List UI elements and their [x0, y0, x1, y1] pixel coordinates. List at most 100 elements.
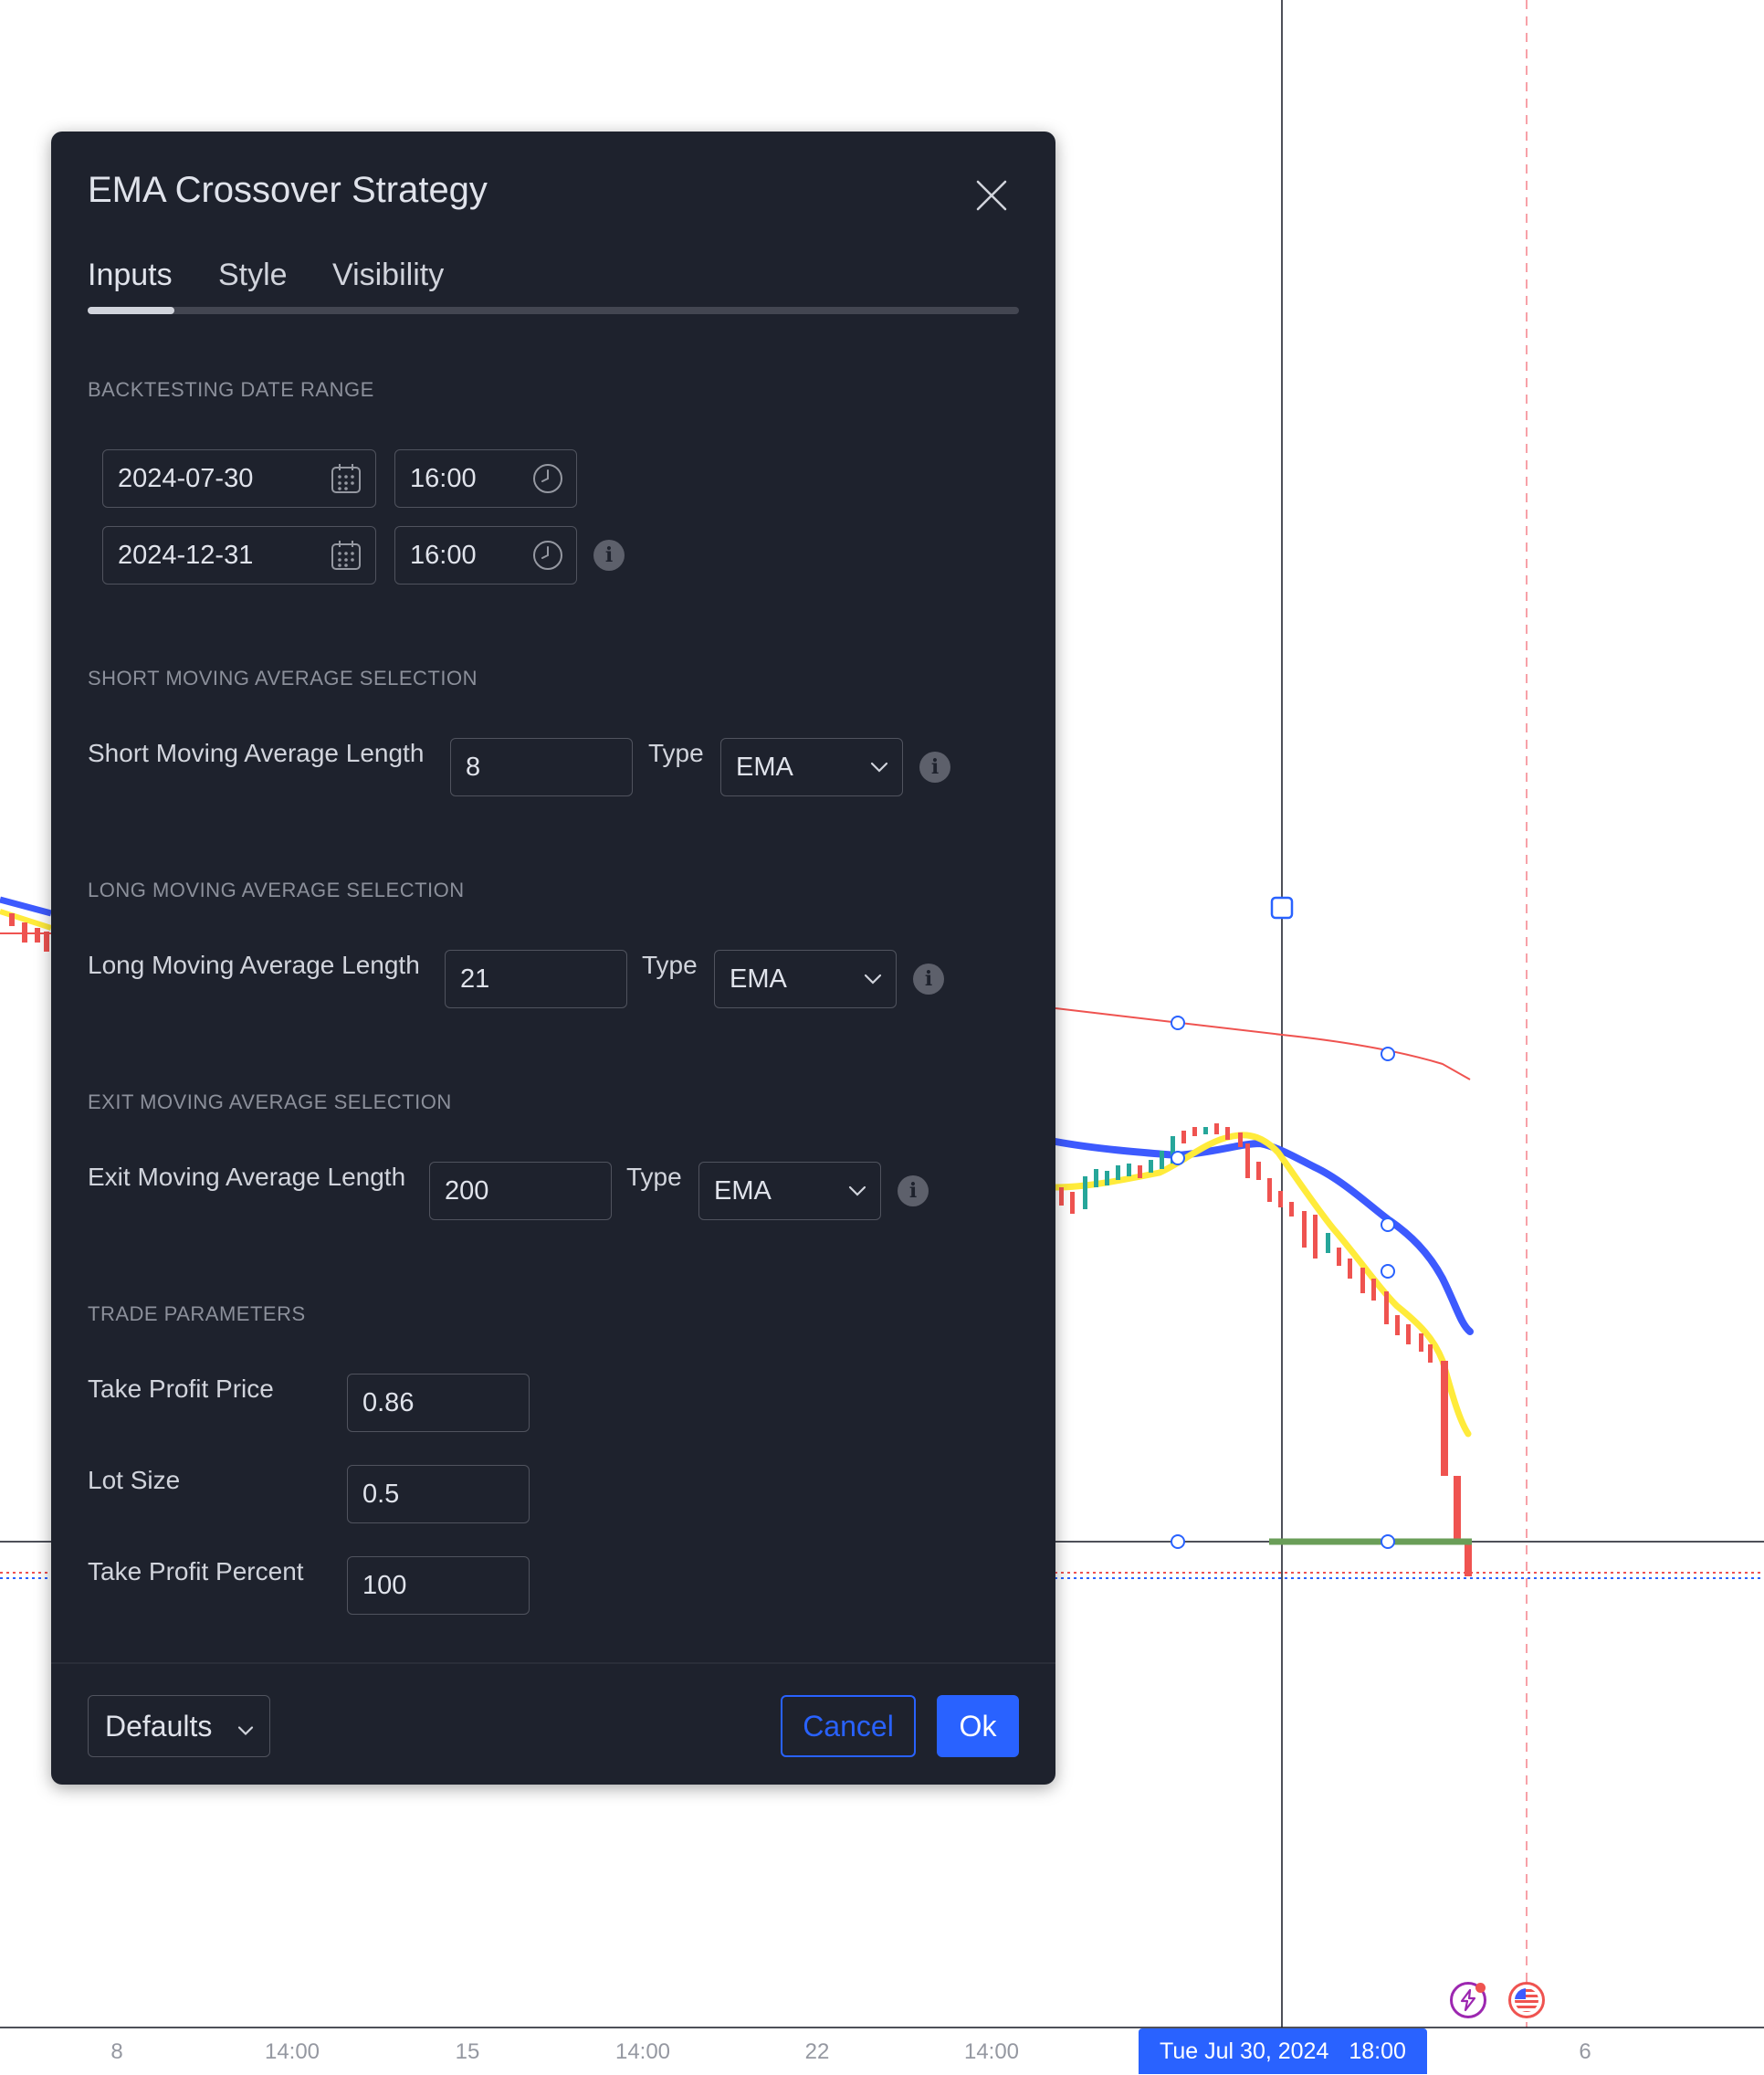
calendar-icon[interactable]: [330, 539, 362, 572]
candle: [1245, 1143, 1250, 1178]
tab-inputs[interactable]: Inputs: [88, 258, 173, 293]
info-icon[interactable]: i: [898, 1175, 929, 1206]
candle: [1160, 1151, 1164, 1169]
candle: [1225, 1127, 1230, 1140]
exit-ma-length-input[interactable]: 200: [429, 1162, 612, 1220]
short-ma-type-value: EMA: [736, 752, 793, 782]
candle: [1116, 1165, 1120, 1180]
candle: [1214, 1123, 1219, 1134]
close-button[interactable]: [970, 174, 1013, 217]
lot-size-input[interactable]: 0.5: [347, 1465, 530, 1523]
tab-visibility[interactable]: Visibility: [332, 258, 444, 293]
tab-active-indicator: [88, 307, 174, 314]
calendar-icon[interactable]: [330, 462, 362, 495]
drawing-handles: [1171, 896, 1395, 1549]
candle: [1337, 1248, 1341, 1266]
info-icon[interactable]: i: [593, 540, 625, 571]
take-profit-percent-value: 100: [362, 1570, 407, 1600]
long-ma-length-value: 21: [460, 964, 490, 994]
lot-size-value: 0.5: [362, 1479, 400, 1509]
time-axis-label: 8: [110, 2039, 123, 2064]
short-ma-length-label: Short Moving Average Length: [88, 739, 425, 767]
clock-icon[interactable]: [532, 540, 563, 571]
start-date-input[interactable]: 2024-07-30: [102, 449, 376, 508]
time-axis-label: 14:00: [264, 2039, 320, 2064]
cancel-button[interactable]: Cancel: [781, 1695, 916, 1757]
end-time-input[interactable]: 16:00: [394, 526, 577, 585]
candle: [1094, 1169, 1098, 1187]
exit-ma-type-select[interactable]: EMA: [698, 1162, 881, 1220]
candle: [1059, 1187, 1064, 1206]
candle: [1138, 1165, 1142, 1178]
take-profit-price-value: 0.86: [362, 1387, 415, 1417]
candles-right: [1059, 1123, 1472, 1576]
candle: [1406, 1324, 1411, 1344]
start-time-input[interactable]: 16:00: [394, 449, 577, 508]
long-ma-length-input[interactable]: 21: [445, 950, 627, 1008]
end-time-value: 16:00: [410, 540, 477, 570]
dialog-title: EMA Crossover Strategy: [88, 170, 488, 210]
candle: [1348, 1259, 1352, 1279]
exit-ma-length-label: Exit Moving Average Length: [88, 1163, 406, 1191]
chevron-down-icon: [864, 974, 882, 985]
crosshair-time-label: Tue Jul 30, 2024 18:00: [1139, 2028, 1427, 2074]
candle: [1419, 1333, 1423, 1352]
take-profit-price-input[interactable]: 0.86: [347, 1374, 530, 1432]
long-ma-type-select[interactable]: EMA: [714, 950, 897, 1008]
chevron-down-icon: [870, 762, 888, 773]
lightning-icon[interactable]: [1450, 1982, 1486, 2018]
long-ma-type-label: Type: [642, 951, 698, 979]
strategy-settings-dialog: EMA Crossover Strategy Inputs Style Visi…: [51, 132, 1055, 1785]
candle: [1441, 1361, 1448, 1476]
take-profit-percent-input[interactable]: 100: [347, 1556, 530, 1615]
tab-style[interactable]: Style: [218, 258, 288, 293]
chevron-down-icon: [237, 1726, 254, 1736]
candle: [1267, 1178, 1272, 1202]
anchor-handle: [1381, 1047, 1395, 1061]
anchor-handle: [1381, 1217, 1395, 1232]
time-axis-label: 14:00: [614, 2039, 671, 2064]
us-flag-icon[interactable]: [1508, 1982, 1545, 2018]
candle: [1371, 1279, 1376, 1301]
info-icon[interactable]: i: [913, 964, 944, 995]
crosshair-date: Tue Jul 30, 2024: [1160, 2038, 1329, 2064]
end-date-input[interactable]: 2024-12-31: [102, 526, 376, 585]
take-profit-percent-label: Take Profit Percent: [88, 1557, 304, 1585]
candle: [1395, 1315, 1400, 1335]
candle: [1302, 1211, 1307, 1248]
tab-track: [88, 307, 1019, 314]
candle: [1454, 1476, 1461, 1542]
exit-ma-type-label: Type: [626, 1163, 682, 1191]
long-ma-type-value: EMA: [730, 964, 787, 994]
candle: [1313, 1215, 1318, 1259]
anchor-handle: [1171, 1534, 1185, 1549]
exit-ma-length-value: 200: [445, 1175, 489, 1206]
time-axis-label: 15: [455, 2039, 480, 2064]
long-ma-length-label: Long Moving Average Length: [88, 951, 420, 979]
clock-icon[interactable]: [532, 463, 563, 494]
end-date-value: 2024-12-31: [118, 540, 254, 570]
anchor-handle: [1381, 1534, 1395, 1549]
short-ma-type-select[interactable]: EMA: [720, 738, 903, 796]
section-title-trade: TRADE PARAMETERS: [88, 1302, 306, 1325]
time-axis-label: 22: [804, 2039, 830, 2064]
short-ma-type-label: Type: [648, 739, 704, 767]
lot-size-label: Lot Size: [88, 1466, 181, 1494]
defaults-dropdown[interactable]: Defaults: [88, 1695, 270, 1757]
candle: [1238, 1132, 1243, 1147]
short-ma-length-input[interactable]: 8: [450, 738, 633, 796]
candle: [1289, 1202, 1294, 1217]
candle: [1070, 1192, 1075, 1214]
crosshair-handle: [1270, 896, 1294, 920]
candle: [1256, 1162, 1261, 1180]
ok-button[interactable]: Ok: [937, 1695, 1019, 1757]
candle: [35, 928, 40, 943]
chevron-down-icon: [848, 1185, 866, 1196]
time-axis-label: 6: [1579, 2039, 1591, 2064]
candle: [1326, 1233, 1330, 1253]
candle: [1181, 1131, 1186, 1143]
start-date-value: 2024-07-30: [118, 463, 254, 493]
defaults-label: Defaults: [105, 1709, 213, 1743]
section-title-backtesting: BACKTESTING DATE RANGE: [88, 378, 374, 401]
info-icon[interactable]: i: [919, 752, 950, 783]
